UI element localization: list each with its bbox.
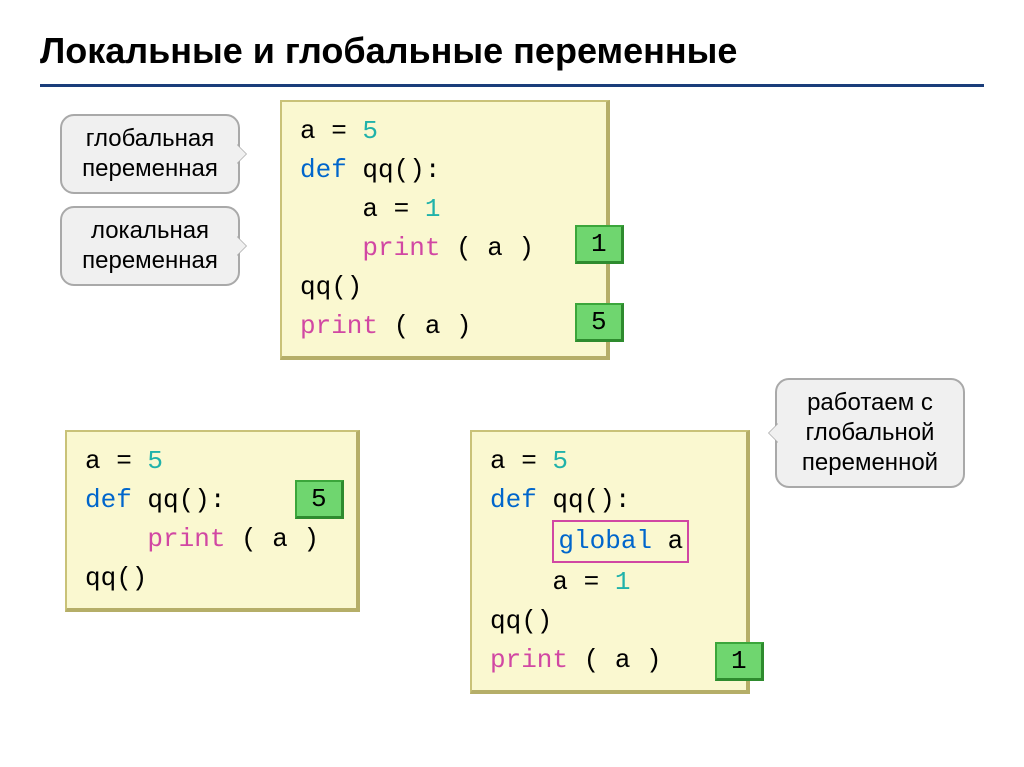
code-line: a = 5 <box>300 112 588 151</box>
code-line: print ( a ) <box>490 641 728 680</box>
code-line: qq() <box>300 268 588 307</box>
code-line: def qq(): <box>490 481 728 520</box>
code-line: print ( a ) <box>300 229 588 268</box>
result-badge: 1 <box>715 642 764 681</box>
code-line: print ( a ) <box>85 520 338 559</box>
code-line: def qq(): <box>300 151 588 190</box>
callout-local-var: локальная переменная <box>60 206 240 286</box>
result-badge: 5 <box>575 303 624 342</box>
page-title: Локальные и глобальные переменные <box>40 30 984 87</box>
code-line: a = 1 <box>300 190 588 229</box>
result-badge: 5 <box>295 480 344 519</box>
code-line: a = 5 <box>85 442 338 481</box>
result-badge: 1 <box>575 225 624 264</box>
code-block-3: a = 5 def qq(): global a a = 1 qq() prin… <box>470 430 750 694</box>
code-line: qq() <box>85 559 338 598</box>
callout-work-global: работаем с глобальной переменной <box>775 378 965 488</box>
code-line: a = 5 <box>490 442 728 481</box>
code-block-1: a = 5 def qq(): a = 1 print ( a ) qq() p… <box>280 100 610 360</box>
code-line: qq() <box>490 602 728 641</box>
code-line: global a <box>490 520 728 563</box>
code-line: print ( a ) <box>300 307 588 346</box>
callout-global-var: глобальная переменная <box>60 114 240 194</box>
code-block-2: a = 5 def qq(): print ( a ) qq() <box>65 430 360 612</box>
code-line: a = 1 <box>490 563 728 602</box>
